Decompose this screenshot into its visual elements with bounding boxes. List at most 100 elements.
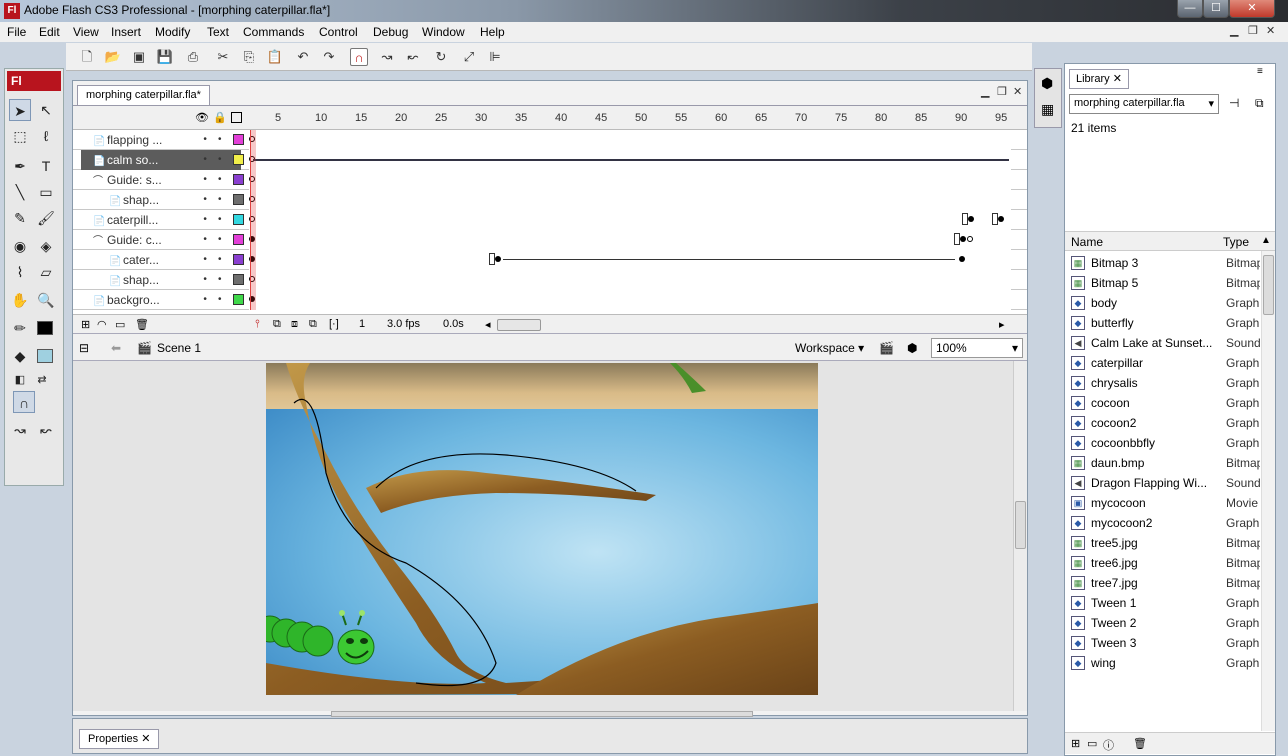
- eye-icon[interactable]: 👁: [195, 111, 209, 124]
- stage-vertical-scrollbar[interactable]: [1013, 361, 1027, 711]
- timeline-layer[interactable]: 📄 shap... • •: [73, 190, 1027, 210]
- layer-frames[interactable]: [249, 150, 1011, 170]
- doc-minimize-icon[interactable]: ▁: [981, 85, 989, 98]
- properties-icon[interactable]: ⓘ: [1103, 737, 1114, 753]
- pen-tool-icon[interactable]: ✒: [9, 155, 31, 177]
- layer-visibility-lock[interactable]: • •: [195, 190, 235, 210]
- straighten-option-icon[interactable]: ↜: [35, 419, 57, 441]
- edit-scene-icon[interactable]: 🎬: [879, 341, 894, 355]
- column-name[interactable]: Name: [1071, 235, 1103, 249]
- layer-frames[interactable]: [249, 170, 1011, 190]
- library-item[interactable]: ◀ Dragon Flapping Wi... Sound: [1065, 473, 1261, 493]
- snap-option-icon[interactable]: ∩: [13, 391, 35, 413]
- panel-menu-icon[interactable]: ≡: [1257, 66, 1263, 77]
- swap-colors-icon[interactable]: ⇄: [31, 369, 53, 391]
- stage-hscroll-thumb[interactable]: [331, 711, 753, 717]
- outline-icon[interactable]: [231, 112, 242, 123]
- timeline-layer[interactable]: ⌒ Guide: s... • •: [73, 170, 1027, 190]
- stroke-color-swatch[interactable]: [37, 321, 53, 335]
- rectangle-tool-icon[interactable]: ▭: [35, 181, 57, 203]
- library-item[interactable]: ◆ Tween 2 Graphic: [1065, 613, 1261, 633]
- layer-outline-color[interactable]: [233, 234, 244, 245]
- maximize-button[interactable]: ☐: [1203, 0, 1229, 18]
- library-item[interactable]: ◆ chrysalis Graphic: [1065, 373, 1261, 393]
- stroke-color-icon[interactable]: ✏: [9, 317, 31, 339]
- menu-edit[interactable]: Edit: [39, 25, 60, 39]
- pencil-tool-icon[interactable]: ✎: [9, 207, 31, 229]
- library-item[interactable]: ◆ caterpillar Graphic: [1065, 353, 1261, 373]
- keyframe[interactable]: [495, 256, 501, 262]
- back-arrow-icon[interactable]: ⬅: [111, 341, 121, 355]
- doc-close-icon[interactable]: ✕: [1013, 85, 1022, 98]
- zoom-tool-icon[interactable]: 🔍: [35, 289, 57, 311]
- close-icon[interactable]: ✕: [1113, 73, 1122, 85]
- delete-icon[interactable]: 🗑: [1133, 737, 1147, 750]
- library-item[interactable]: ▦ Bitmap 3 Bitmap: [1065, 253, 1261, 273]
- layer-outline-color[interactable]: [233, 254, 244, 265]
- library-item[interactable]: ◆ Tween 1 Graphic: [1065, 593, 1261, 613]
- paint-bucket-tool-icon[interactable]: ◈: [35, 235, 57, 257]
- free-transform-tool-icon[interactable]: ⬚: [9, 125, 31, 147]
- rotate-icon[interactable]: ↻: [432, 48, 450, 66]
- snap-to-objects-icon[interactable]: ∩: [350, 48, 368, 66]
- onion-skin-icon[interactable]: ⧉: [273, 318, 281, 331]
- text-tool-icon[interactable]: T: [35, 155, 57, 177]
- components-panel-icon[interactable]: ▦: [1041, 101, 1054, 118]
- redo-icon[interactable]: ↷: [320, 48, 338, 66]
- layer-visibility-lock[interactable]: • •: [195, 270, 235, 290]
- lasso-tool-icon[interactable]: ℓ: [35, 125, 57, 147]
- insert-folder-icon[interactable]: ▭: [115, 318, 125, 331]
- menu-window[interactable]: Window: [422, 25, 465, 39]
- eraser-tool-icon[interactable]: ▱: [35, 261, 57, 283]
- timeline-layer[interactable]: ⌒ Guide: c... • •: [73, 230, 1027, 250]
- sort-icon[interactable]: ▲: [1261, 235, 1271, 246]
- scale-icon[interactable]: ⤢: [460, 48, 478, 66]
- edit-multiple-frames-icon[interactable]: ⧉: [309, 318, 317, 331]
- doc-restore-icon[interactable]: ❐: [997, 85, 1007, 98]
- hand-tool-icon[interactable]: ✋: [9, 289, 31, 311]
- scroll-right-icon[interactable]: ▸: [999, 318, 1005, 331]
- layer-visibility-lock[interactable]: • •: [195, 210, 235, 230]
- edit-symbols-icon[interactable]: ⬢: [907, 341, 917, 355]
- new-symbol-icon[interactable]: ⊞: [1071, 737, 1080, 750]
- menu-commands[interactable]: Commands: [243, 25, 304, 39]
- layer-outline-color[interactable]: [233, 214, 244, 225]
- smooth-icon[interactable]: ↝: [378, 48, 396, 66]
- properties-tab[interactable]: Properties ✕: [79, 729, 160, 749]
- onion-outline-icon[interactable]: ⧈: [291, 318, 298, 331]
- brush-tool-icon[interactable]: 🖌: [35, 207, 57, 229]
- library-item[interactable]: ▦ daun.bmp Bitmap: [1065, 453, 1261, 473]
- line-tool-icon[interactable]: ╲: [9, 181, 31, 203]
- print-icon[interactable]: ⎙: [184, 48, 202, 66]
- library-tab[interactable]: Library ✕: [1069, 69, 1129, 89]
- eyedropper-tool-icon[interactable]: ⌇: [9, 261, 31, 283]
- layer-visibility-lock[interactable]: • •: [195, 130, 235, 150]
- layer-visibility-lock[interactable]: • •: [195, 250, 235, 270]
- workspace-menu[interactable]: Workspace ▾: [795, 341, 864, 355]
- selection-tool-icon[interactable]: ➤: [9, 99, 31, 121]
- library-item[interactable]: ◆ Tween 3 Graphic: [1065, 633, 1261, 653]
- smooth-option-icon[interactable]: ↝: [9, 419, 31, 441]
- insert-layer-icon[interactable]: ⊞: [81, 318, 90, 331]
- scene-name[interactable]: Scene 1: [157, 341, 201, 355]
- library-scrollbar[interactable]: [1261, 251, 1275, 731]
- layer-frames[interactable]: [249, 290, 1011, 310]
- library-item[interactable]: ▦ tree5.jpg Bitmap: [1065, 533, 1261, 553]
- library-item[interactable]: ◀ Calm Lake at Sunset... Sound: [1065, 333, 1261, 353]
- timeline-layer[interactable]: 📄 cater... • •: [73, 250, 1027, 270]
- layer-frames[interactable]: [249, 130, 1011, 150]
- stage-horizontal-scrollbar[interactable]: [73, 711, 1027, 717]
- cut-icon[interactable]: ✂: [214, 48, 232, 66]
- fill-color-swatch[interactable]: [37, 349, 53, 363]
- library-item[interactable]: ◆ body Graphic: [1065, 293, 1261, 313]
- straighten-icon[interactable]: ↜: [404, 48, 422, 66]
- layer-visibility-lock[interactable]: • •: [195, 290, 235, 310]
- stage-vscroll-thumb[interactable]: [1015, 501, 1026, 549]
- minimize-button[interactable]: —: [1177, 0, 1203, 18]
- add-guide-layer-icon[interactable]: ◠: [97, 318, 107, 331]
- keyframe[interactable]: [959, 256, 965, 262]
- mdi-close-icon[interactable]: ✕: [1266, 24, 1275, 37]
- library-item[interactable]: ◆ cocoon Graphic: [1065, 393, 1261, 413]
- timeline-layer[interactable]: 📄 flapping ... • •: [73, 130, 1027, 150]
- library-panel-icon[interactable]: ⬢: [1041, 75, 1053, 92]
